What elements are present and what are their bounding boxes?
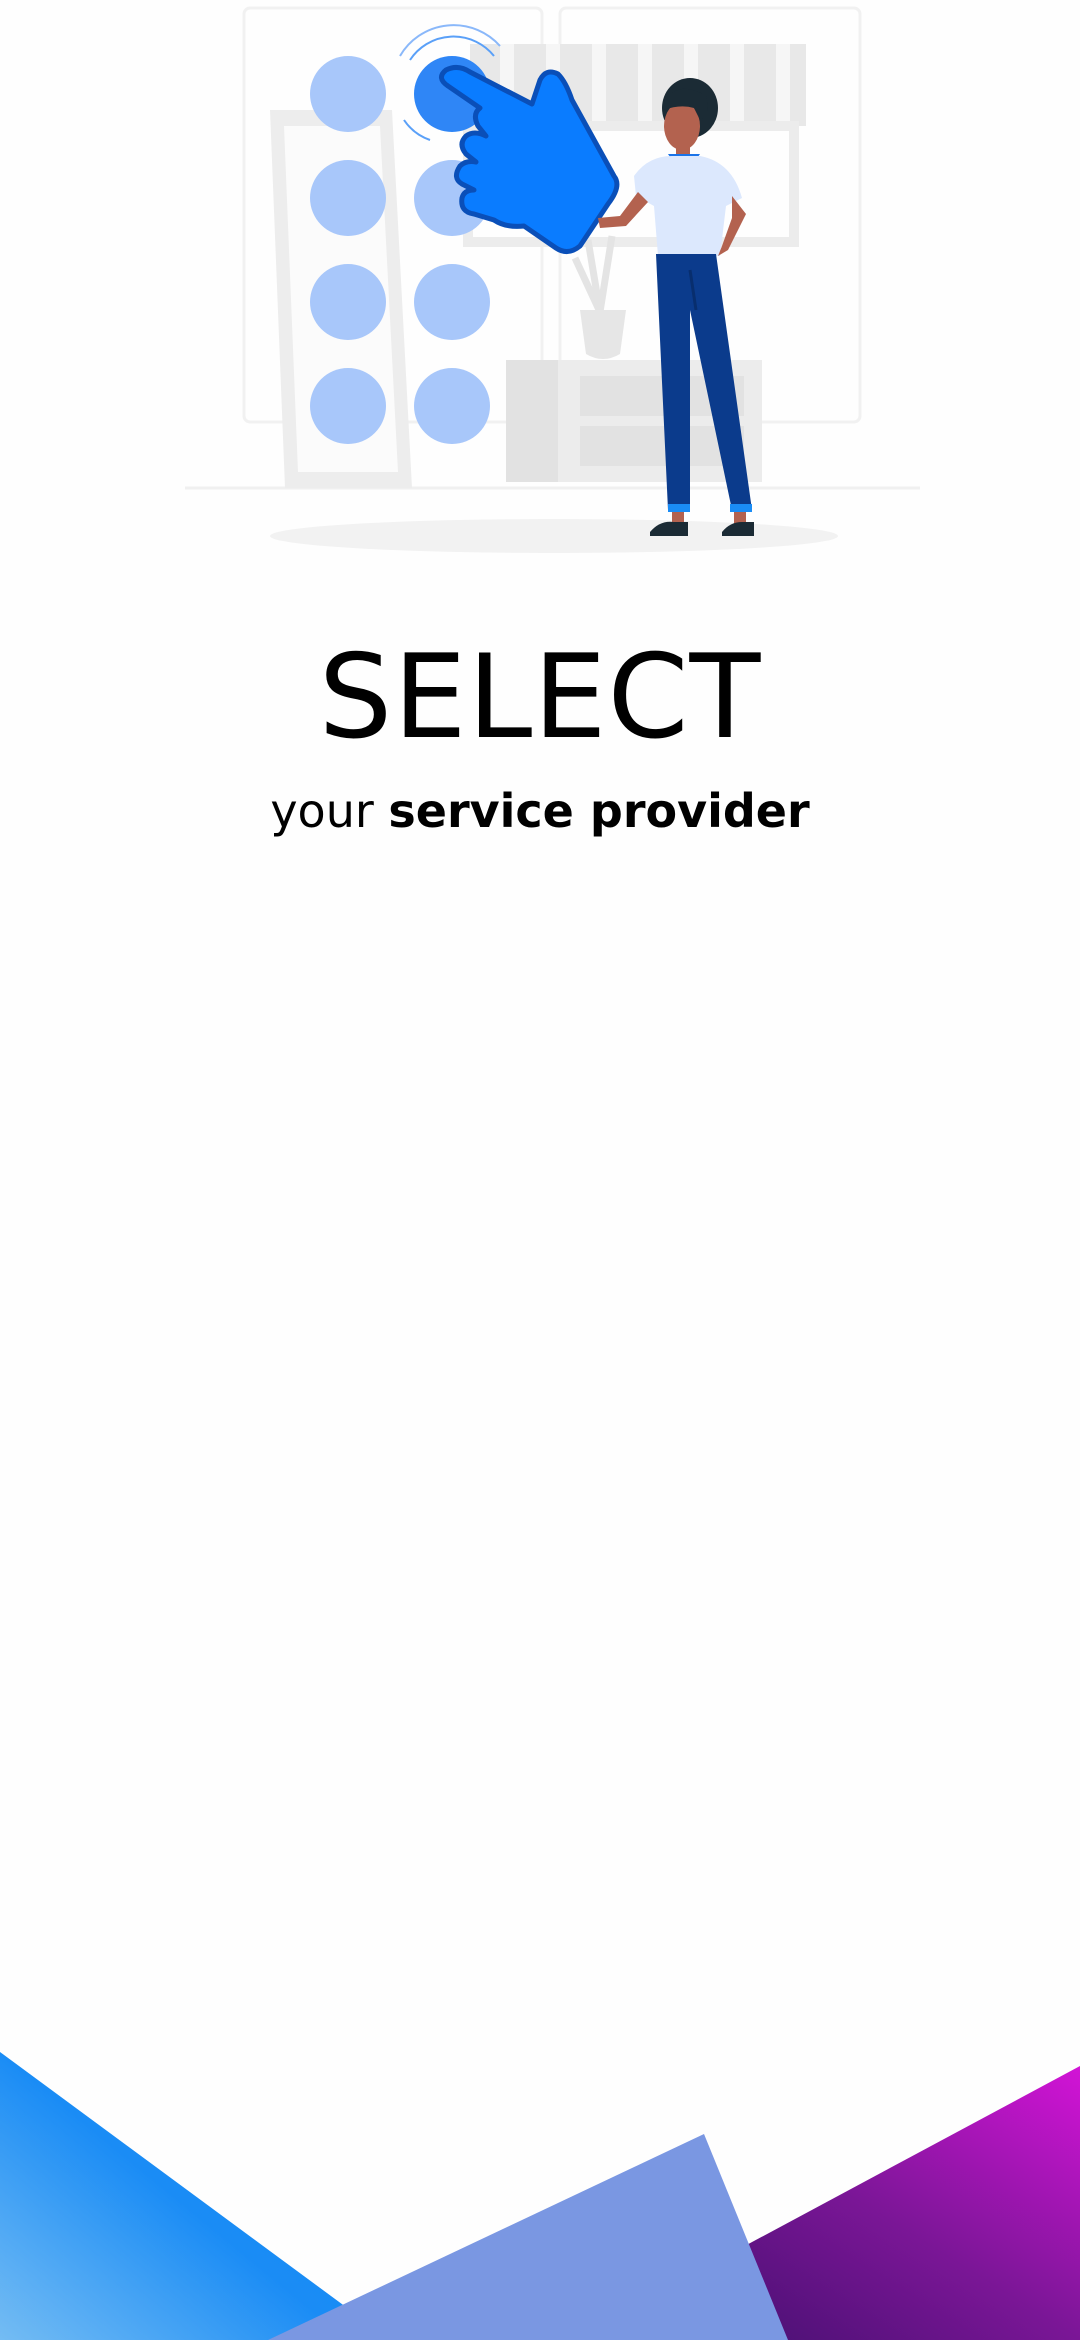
subtitle-bold-text: service provider [388,784,810,838]
subtitle-light-text: your [270,784,374,838]
decor-middle-shape [268,2134,788,2340]
keypad-dot [310,368,386,444]
keypad-dot [414,264,490,340]
screen: SELECT your service provider [0,0,1080,2340]
keypad-dot [310,160,386,236]
keypad-dot [310,264,386,340]
page-title: SELECT [318,630,762,765]
cabinet-side [506,360,558,482]
select-illustration [185,6,920,553]
decor-left-shape [0,2052,350,2340]
keypad-dot [310,56,386,132]
bottom-decoration [0,2052,1080,2340]
ripple-arc [403,119,431,141]
keypad-dot [414,368,490,444]
page-subtitle: your service provider [0,784,1080,839]
plant-pot [580,310,626,359]
